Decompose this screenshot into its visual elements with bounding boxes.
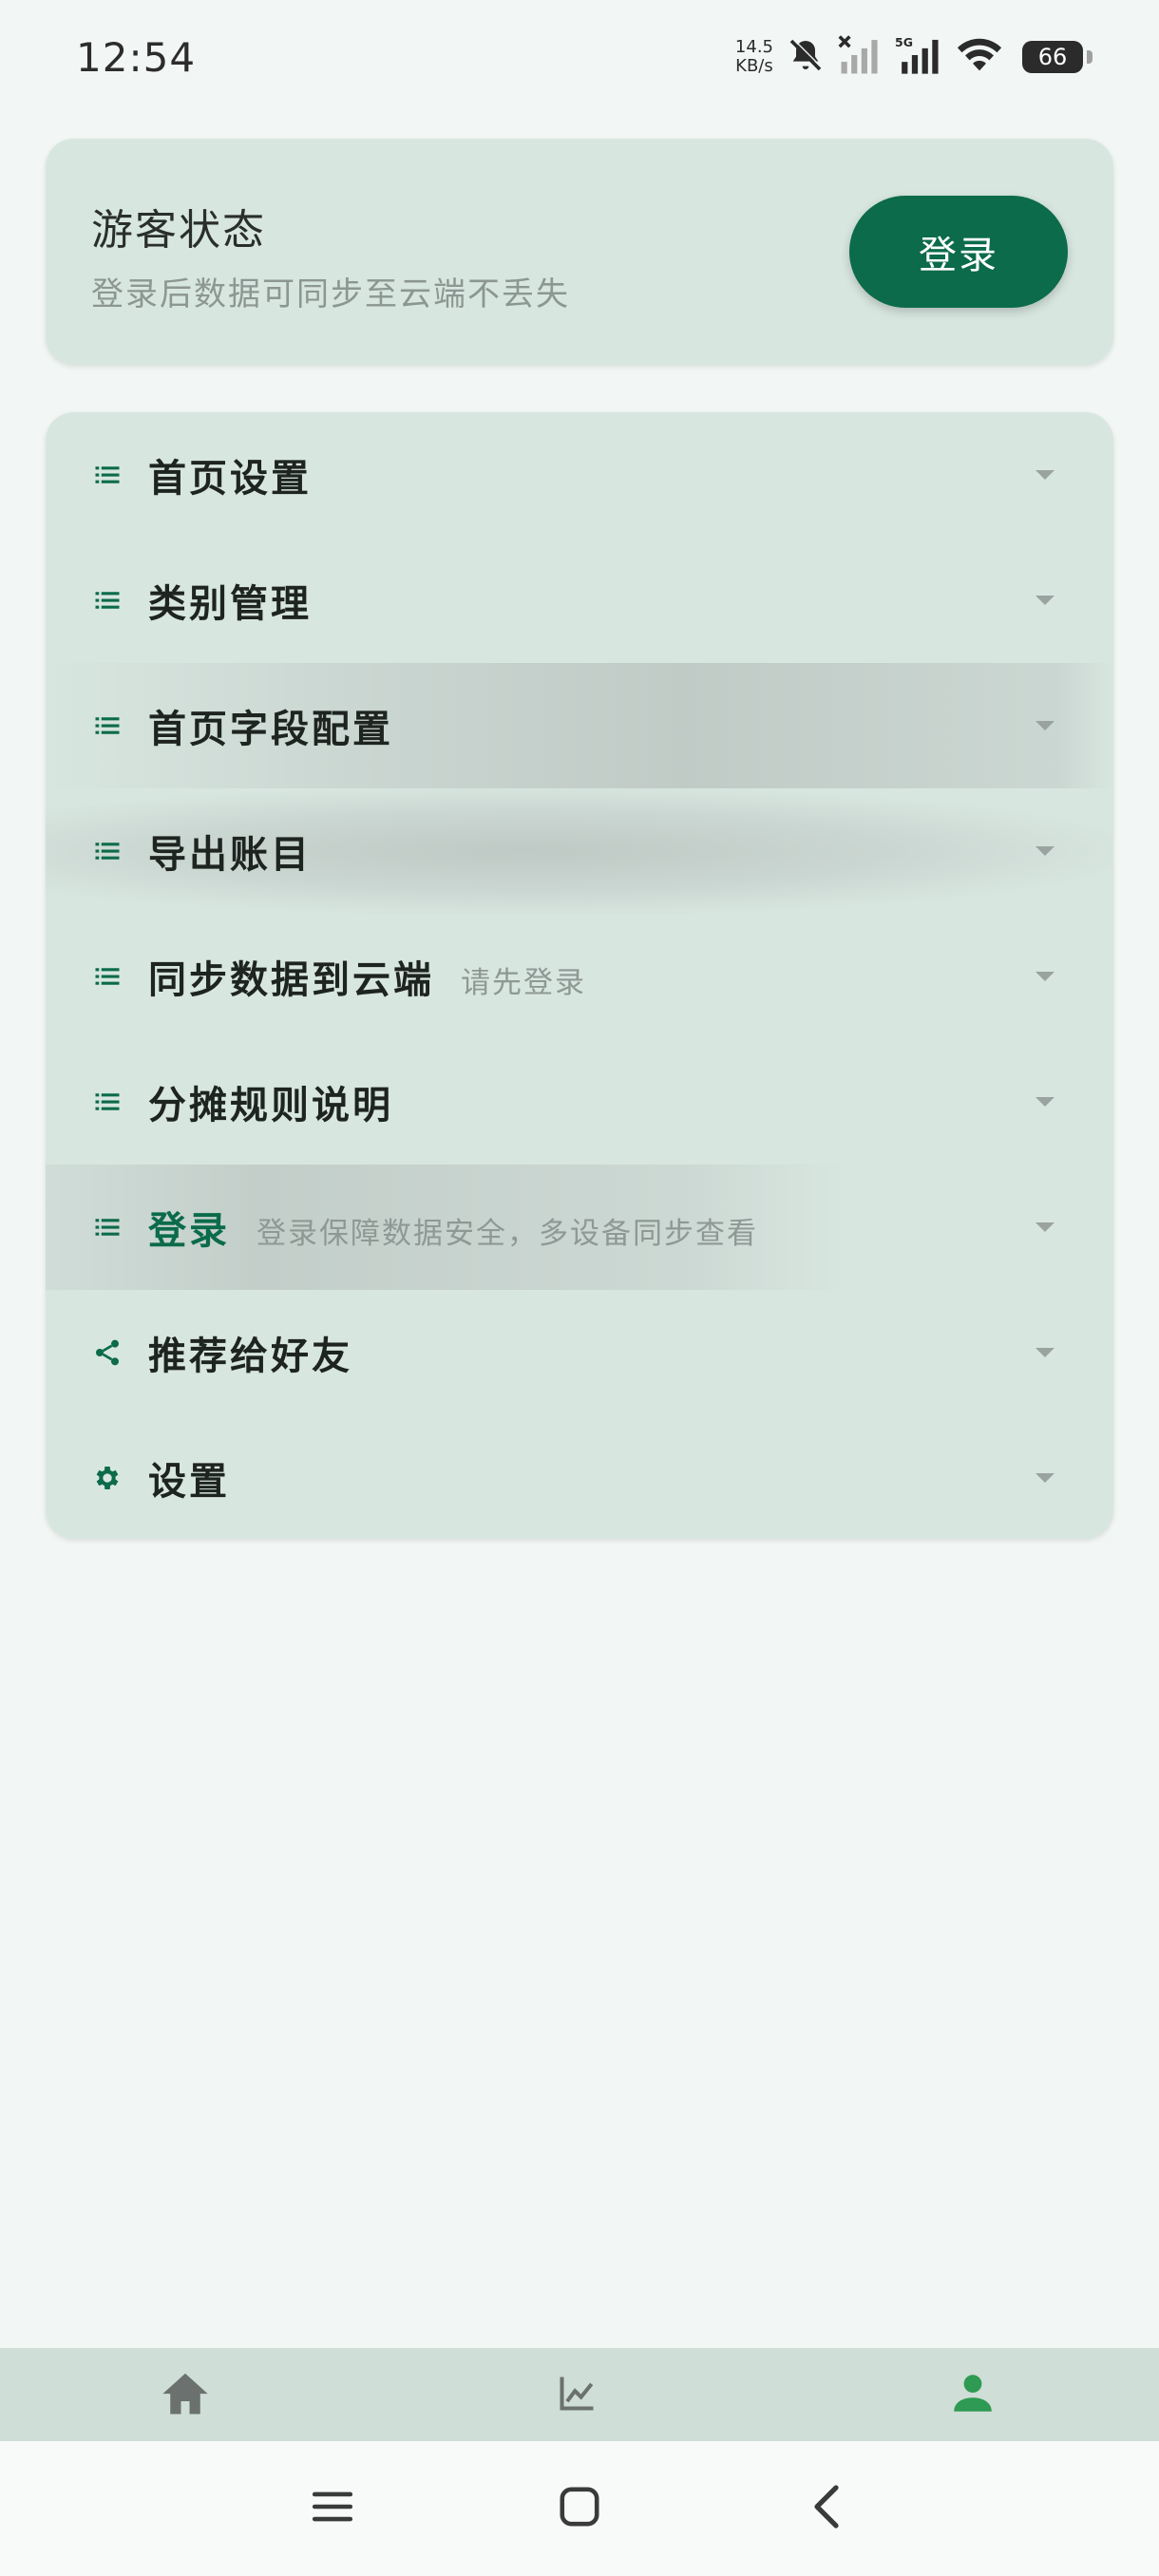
menu-item-label: 首页设置 bbox=[148, 457, 312, 501]
nav-profile-button[interactable] bbox=[916, 2348, 1030, 2441]
menu-item-home-settings[interactable]: 首页设置 bbox=[46, 412, 1113, 538]
chart-icon bbox=[556, 2372, 599, 2417]
settings-menu: 首页设置 类别管理 首页字段配置 导出账目 同步数据到云端 请先登录 分摊规则说… bbox=[46, 412, 1113, 1539]
menu-item-label: 推荐给好友 bbox=[148, 1335, 352, 1378]
menu-item-hint: 请先登录 bbox=[461, 966, 586, 1000]
list-icon bbox=[91, 835, 124, 867]
net-speed-unit: KB/s bbox=[735, 56, 773, 76]
share-icon bbox=[91, 1336, 124, 1369]
guest-subtitle: 登录后数据可同步至云端不丢失 bbox=[91, 275, 570, 313]
list-icon bbox=[91, 1086, 124, 1118]
signal-5g-icon: 5G bbox=[895, 34, 942, 80]
menu-item-settings[interactable]: 设置 bbox=[46, 1415, 1113, 1539]
chevron-down-icon bbox=[1036, 846, 1054, 856]
system-navigation-bar bbox=[0, 2441, 1159, 2576]
nav-home-button[interactable] bbox=[128, 2348, 242, 2441]
back-button[interactable] bbox=[793, 2475, 860, 2542]
menu-item-label: 类别管理 bbox=[148, 582, 312, 626]
chevron-down-icon bbox=[1036, 1097, 1054, 1107]
menu-lines-icon bbox=[311, 2488, 354, 2529]
menu-item-split-rules[interactable]: 分摊规则说明 bbox=[46, 1039, 1113, 1165]
person-icon bbox=[949, 2369, 997, 2420]
menu-item-sync-cloud[interactable]: 同步数据到云端 请先登录 bbox=[46, 914, 1113, 1039]
menu-item-label: 导出账目 bbox=[148, 833, 312, 877]
signal-nodata-icon bbox=[838, 34, 882, 80]
network-label: 5G bbox=[895, 35, 913, 49]
wifi-icon bbox=[956, 36, 1003, 78]
menu-item-export-records[interactable]: 导出账目 bbox=[46, 788, 1113, 914]
menu-item-label: 分摊规则说明 bbox=[148, 1084, 393, 1127]
menu-item-home-field-config[interactable]: 首页字段配置 bbox=[46, 663, 1113, 788]
menu-item-recommend[interactable]: 推荐给好友 bbox=[46, 1290, 1113, 1415]
menu-item-hint: 登录保障数据安全，多设备同步查看 bbox=[256, 1217, 758, 1251]
chevron-down-icon bbox=[1036, 596, 1054, 605]
list-icon bbox=[91, 710, 124, 742]
list-icon bbox=[91, 584, 124, 616]
menu-item-label: 同步数据到云端 请先登录 bbox=[148, 949, 586, 1004]
chevron-down-icon bbox=[1036, 1473, 1054, 1483]
list-icon bbox=[91, 1211, 124, 1243]
login-button[interactable]: 登录 bbox=[849, 196, 1068, 308]
menu-item-login[interactable]: 登录 登录保障数据安全，多设备同步查看 bbox=[46, 1165, 1113, 1290]
chevron-left-icon bbox=[808, 2483, 846, 2534]
square-icon bbox=[558, 2485, 601, 2532]
menu-item-label: 首页字段配置 bbox=[148, 708, 393, 751]
bottom-navigation bbox=[0, 2348, 1159, 2441]
chevron-down-icon bbox=[1036, 1222, 1054, 1232]
chevron-down-icon bbox=[1036, 1348, 1054, 1357]
home-button[interactable] bbox=[546, 2475, 613, 2542]
nav-chart-button[interactable] bbox=[521, 2348, 635, 2441]
net-speed-value: 14.5 bbox=[734, 37, 773, 57]
guest-status-card: 游客状态 登录后数据可同步至云端不丢失 登录 bbox=[46, 139, 1113, 365]
list-icon bbox=[91, 960, 124, 993]
recent-apps-button[interactable] bbox=[299, 2475, 366, 2542]
gear-icon bbox=[91, 1462, 124, 1494]
menu-item-label: 设置 bbox=[148, 1460, 230, 1504]
chevron-down-icon bbox=[1036, 721, 1054, 730]
list-icon bbox=[91, 459, 124, 491]
battery-icon: 66 bbox=[1022, 41, 1092, 73]
battery-level: 66 bbox=[1037, 44, 1068, 70]
status-bar: 12:54 14.5 KB/s 5G 66 bbox=[0, 0, 1159, 114]
guest-title: 游客状态 bbox=[91, 206, 266, 255]
status-icons: 14.5 KB/s 5G 66 bbox=[735, 28, 1092, 85]
bell-muted-icon bbox=[787, 36, 825, 78]
home-icon bbox=[160, 2369, 211, 2420]
menu-item-label: 登录 登录保障数据安全，多设备同步查看 bbox=[148, 1200, 758, 1255]
menu-item-category-management[interactable]: 类别管理 bbox=[46, 538, 1113, 663]
chevron-down-icon bbox=[1036, 972, 1054, 981]
net-speed: 14.5 KB/s bbox=[735, 38, 773, 76]
menu-item-title: 登录 bbox=[148, 1209, 230, 1253]
menu-item-title: 同步数据到云端 bbox=[148, 958, 434, 1002]
chevron-down-icon bbox=[1036, 470, 1054, 480]
status-time: 12:54 bbox=[76, 34, 197, 81]
